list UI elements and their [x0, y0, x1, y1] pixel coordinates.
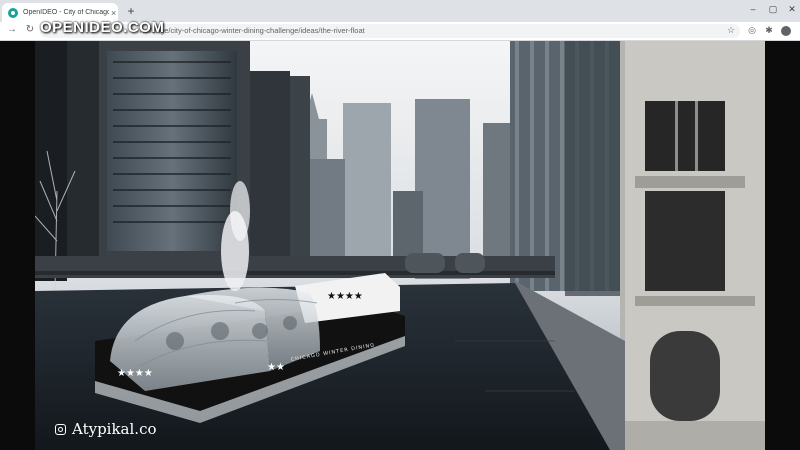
credit-text: Atypikal.co: [72, 420, 157, 438]
minimize-button[interactable]: –: [744, 4, 762, 14]
svg-text:★★★★: ★★★★: [117, 368, 153, 379]
new-tab-button[interactable]: +: [124, 4, 138, 18]
forward-arrow-icon[interactable]: →: [5, 24, 19, 35]
puzzle-extensions-icon[interactable]: ✱: [763, 25, 775, 36]
chicago-river-scene: ★★★★ ★★★★ ★★ CHICAGO WINTER DINING: [35, 41, 765, 450]
tab-close-icon[interactable]: ×: [111, 8, 116, 18]
svg-text:★★: ★★: [267, 362, 285, 373]
image-credit: Atypikal.co: [55, 420, 157, 438]
close-window-button[interactable]: ✕: [783, 4, 800, 15]
extension-icon[interactable]: ◎: [746, 25, 758, 36]
river-float-rendering: ★★★★ ★★★★ ★★ CHICAGO WINTER DINING Atypi…: [35, 41, 765, 450]
openideo-favicon-icon: [8, 7, 18, 18]
page-content: ★★★★ ★★★★ ★★ CHICAGO WINTER DINING Atypi…: [0, 41, 800, 450]
reload-icon[interactable]: ↻: [23, 24, 37, 35]
svg-text:★★★★: ★★★★: [327, 291, 363, 302]
instagram-icon: [55, 423, 66, 435]
tab-title: OpenIDEO - City of Chicago Wi: [23, 9, 109, 16]
bookmark-star-icon[interactable]: ☆: [725, 25, 737, 36]
browser-window: OpenIDEO - City of Chicago Wi × + – ▢ ✕ …: [0, 0, 800, 450]
url-text[interactable]: hallenge/city-of-chicago-winter-dining-c…: [140, 26, 365, 35]
maximize-button[interactable]: ▢: [764, 4, 782, 15]
profile-avatar[interactable]: [781, 26, 791, 36]
watermark: OPENIDEO.COM: [40, 19, 165, 36]
